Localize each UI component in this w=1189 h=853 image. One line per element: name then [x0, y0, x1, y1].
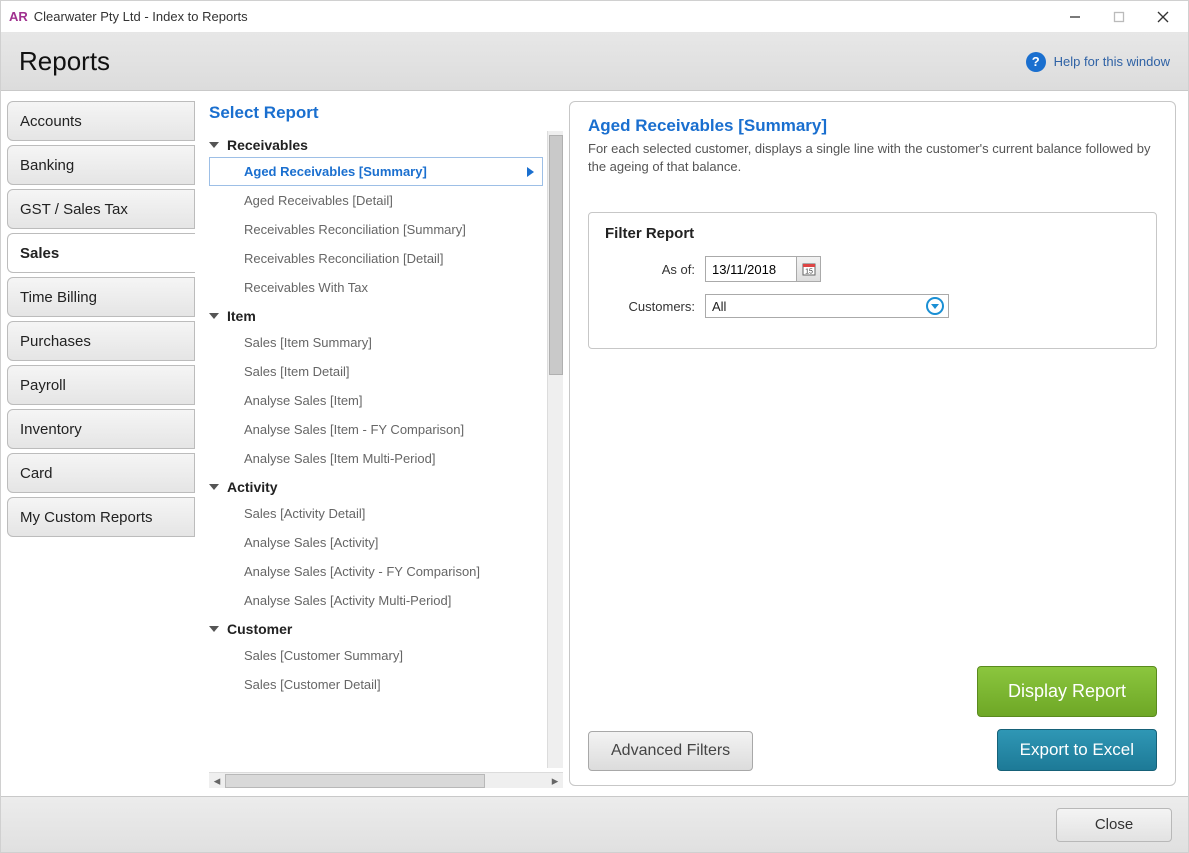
as-of-input[interactable]	[706, 259, 796, 280]
sidebar-tab-banking[interactable]: Banking	[7, 145, 195, 185]
report-tree-pane: Select Report Receivables Aged Receivable…	[195, 91, 563, 796]
group-header-item[interactable]: Item	[209, 302, 543, 328]
sidebar-tab-accounts[interactable]: Accounts	[7, 101, 195, 141]
close-button[interactable]: Close	[1056, 808, 1172, 842]
caret-down-icon	[209, 484, 219, 490]
filter-report-box: Filter Report As of: 15 Customers: All	[588, 212, 1157, 349]
report-item[interactable]: Analyse Sales [Activity Multi-Period]	[209, 586, 543, 615]
display-report-button[interactable]: Display Report	[977, 666, 1157, 717]
report-item[interactable]: Sales [Customer Detail]	[209, 670, 543, 699]
report-item[interactable]: Receivables Reconciliation [Summary]	[209, 215, 543, 244]
sidebar-tab-purchases[interactable]: Purchases	[7, 321, 195, 361]
report-detail-pane: Aged Receivables [Summary] For each sele…	[569, 101, 1176, 786]
group-label: Item	[227, 308, 256, 324]
help-label: Help for this window	[1054, 54, 1170, 69]
window-title: Clearwater Pty Ltd - Index to Reports	[34, 9, 248, 24]
report-item[interactable]: Sales [Customer Summary]	[209, 641, 543, 670]
svg-text:15: 15	[805, 269, 813, 276]
vscroll-thumb[interactable]	[549, 135, 563, 375]
sidebar-tab-my-custom-reports[interactable]: My Custom Reports	[7, 497, 195, 537]
advanced-filters-button[interactable]: Advanced Filters	[588, 731, 753, 771]
group-label: Customer	[227, 621, 292, 637]
report-item[interactable]: Aged Receivables [Detail]	[209, 186, 543, 215]
sidebar-tab-inventory[interactable]: Inventory	[7, 409, 195, 449]
sidebar-tab-gst-sales-tax[interactable]: GST / Sales Tax	[7, 189, 195, 229]
report-item[interactable]: Aged Receivables [Summary]	[209, 157, 543, 186]
caret-down-icon	[209, 313, 219, 319]
caret-down-icon	[209, 142, 219, 148]
sidebar-tab-card[interactable]: Card	[7, 453, 195, 493]
hscroll-right-arrow[interactable]: ▸	[547, 773, 563, 789]
tree-horizontal-scrollbar[interactable]: ◂ ▸	[209, 772, 563, 788]
report-detail-title: Aged Receivables [Summary]	[588, 116, 1157, 136]
minimize-button[interactable]	[1062, 6, 1088, 28]
report-item[interactable]: Sales [Activity Detail]	[209, 499, 543, 528]
sidebar-tab-time-billing[interactable]: Time Billing	[7, 277, 195, 317]
group-label: Activity	[227, 479, 278, 495]
select-report-title: Select Report	[209, 103, 563, 123]
close-window-button[interactable]	[1150, 6, 1176, 28]
dropdown-icon[interactable]	[926, 297, 944, 315]
help-icon: ?	[1026, 52, 1046, 72]
group-header-activity[interactable]: Activity	[209, 473, 543, 499]
as-of-label: As of:	[605, 262, 705, 277]
report-item[interactable]: Analyse Sales [Item Multi-Period]	[209, 444, 543, 473]
report-item-label: Aged Receivables [Summary]	[244, 164, 427, 179]
report-item[interactable]: Analyse Sales [Item]	[209, 386, 543, 415]
report-item[interactable]: Analyse Sales [Item - FY Comparison]	[209, 415, 543, 444]
category-sidebar: AccountsBankingGST / Sales TaxSalesTime …	[1, 91, 195, 796]
report-item[interactable]: Analyse Sales [Activity - FY Comparison]	[209, 557, 543, 586]
report-item[interactable]: Receivables Reconciliation [Detail]	[209, 244, 543, 273]
report-item[interactable]: Sales [Item Detail]	[209, 357, 543, 386]
tree-vertical-scrollbar[interactable]	[547, 131, 563, 768]
footer: Close	[1, 796, 1188, 852]
customers-combo[interactable]: All	[705, 294, 949, 318]
filter-title: Filter Report	[605, 225, 1140, 242]
help-link[interactable]: ? Help for this window	[1026, 52, 1170, 72]
sidebar-tab-payroll[interactable]: Payroll	[7, 365, 195, 405]
export-to-excel-button[interactable]: Export to Excel	[997, 729, 1157, 771]
report-detail-description: For each selected customer, displays a s…	[588, 140, 1157, 176]
as-of-field[interactable]: 15	[705, 256, 821, 282]
hscroll-thumb[interactable]	[225, 774, 485, 788]
calendar-icon[interactable]: 15	[796, 257, 820, 281]
report-item[interactable]: Receivables With Tax	[209, 273, 543, 302]
maximize-button[interactable]	[1106, 6, 1132, 28]
customers-label: Customers:	[605, 299, 705, 314]
sidebar-tab-sales[interactable]: Sales	[7, 233, 195, 273]
play-icon	[527, 167, 534, 177]
caret-down-icon	[209, 626, 219, 632]
report-item[interactable]: Sales [Item Summary]	[209, 328, 543, 357]
hscroll-left-arrow[interactable]: ◂	[209, 773, 225, 789]
group-header-customer[interactable]: Customer	[209, 615, 543, 641]
page-title: Reports	[19, 46, 110, 77]
header-band: Reports ? Help for this window	[1, 33, 1188, 91]
group-label: Receivables	[227, 137, 308, 153]
report-item[interactable]: Analyse Sales [Activity]	[209, 528, 543, 557]
titlebar: AR Clearwater Pty Ltd - Index to Reports	[1, 1, 1188, 33]
customers-value: All	[712, 299, 726, 314]
app-logo: AR	[9, 9, 28, 24]
group-header-receivables[interactable]: Receivables	[209, 131, 543, 157]
